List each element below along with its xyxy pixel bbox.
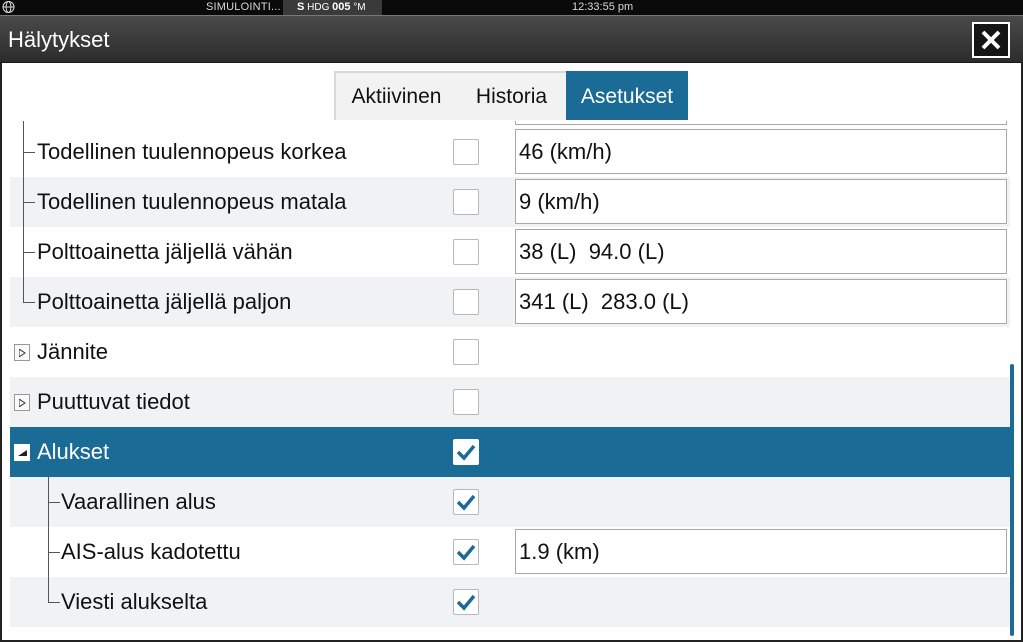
- check-icon: [456, 544, 476, 561]
- alarm-row-missing-data[interactable]: Puuttuvat tiedot: [10, 377, 1010, 427]
- alarm-label: Vaarallinen alus: [61, 489, 216, 514]
- alarms-panel: Aktiivinen Historia Asetukset Todellinen…: [0, 63, 1023, 642]
- alarm-label: Alukset: [37, 439, 110, 464]
- expand-arrow-icon: [19, 349, 26, 357]
- expand-toggle[interactable]: [14, 394, 30, 411]
- expand-toggle[interactable]: [14, 344, 30, 361]
- alarm-checkbox[interactable]: [453, 339, 479, 365]
- alarm-row-true-wind-low[interactable]: Todellinen tuulennopeus matala 9 (km/h): [10, 177, 1010, 227]
- alarm-checkbox[interactable]: [453, 239, 479, 265]
- alarm-label: AIS-alus kadotettu: [61, 539, 241, 564]
- alarm-checkbox[interactable]: [453, 489, 479, 515]
- heading-source: S: [297, 1, 305, 13]
- heading-label: HDG: [307, 2, 330, 13]
- check-icon: [456, 594, 476, 611]
- alarm-checkbox[interactable]: [453, 189, 479, 215]
- close-button[interactable]: [972, 22, 1010, 58]
- alarm-label: Todellinen tuulennopeus korkea: [37, 139, 347, 164]
- alarm-checkbox[interactable]: [453, 539, 479, 565]
- tab-active[interactable]: Aktiivinen: [334, 71, 457, 120]
- alarm-label: Jännite: [37, 339, 108, 364]
- alarm-value-field[interactable]: 1.9 (km): [515, 529, 1007, 574]
- alarm-checkbox[interactable]: [453, 139, 479, 165]
- alarm-row-vessels[interactable]: Alukset: [10, 427, 1010, 477]
- alarm-row-fuel-high[interactable]: Polttoainetta jäljellä paljon 341 (L) 28…: [10, 277, 1010, 327]
- value-field-partial[interactable]: [515, 121, 1007, 125]
- alarm-value-field[interactable]: 46 (km/h): [515, 129, 1007, 174]
- alarm-label: Puuttuvat tiedot: [37, 389, 190, 414]
- alarm-settings-list: Todellinen tuulennopeus korkea 46 (km/h)…: [10, 121, 1010, 638]
- tab-bar: Aktiivinen Historia Asetukset: [334, 71, 688, 120]
- collapse-arrow-icon: [18, 450, 27, 456]
- alarm-value-field[interactable]: 341 (L) 283.0 (L): [515, 279, 1007, 324]
- check-icon: [456, 494, 476, 511]
- alarm-checkbox[interactable]: [453, 289, 479, 315]
- alarm-checkbox[interactable]: [453, 389, 479, 415]
- heading-value: 005: [332, 1, 351, 13]
- close-icon: [981, 30, 1001, 50]
- collapse-toggle[interactable]: [14, 444, 30, 461]
- expand-arrow-icon: [19, 399, 26, 407]
- alarm-value-field[interactable]: 38 (L) 94.0 (L): [515, 229, 1007, 274]
- alarm-label: Polttoainetta jäljellä vähän: [37, 239, 293, 264]
- alarm-label: Viesti alukselta: [61, 589, 208, 614]
- alarm-label: Todellinen tuulennopeus matala: [37, 189, 347, 214]
- window-title: Hälytykset: [8, 27, 110, 52]
- tab-settings[interactable]: Asetukset: [566, 71, 688, 120]
- alarm-value-field[interactable]: 9 (km/h): [515, 179, 1007, 224]
- alarm-row-dangerous-vessel[interactable]: Vaarallinen alus: [10, 477, 1010, 527]
- alarm-checkbox[interactable]: [453, 589, 479, 615]
- tab-history[interactable]: Historia: [457, 71, 566, 120]
- scrollbar[interactable]: [1010, 364, 1014, 636]
- alarm-row-ais-vessel-lost[interactable]: AIS-alus kadotettu 1.9 (km): [10, 527, 1010, 577]
- globe-icon[interactable]: [2, 0, 15, 14]
- heading-readout: S HDG 005 °M: [283, 0, 382, 15]
- clock: 12:33:55 pm: [572, 1, 634, 13]
- simulation-status: SIMULOINTI...: [206, 1, 281, 13]
- alarm-row-voltage[interactable]: Jännite: [10, 327, 1010, 377]
- check-icon: [456, 444, 476, 461]
- alarm-row-true-wind-high[interactable]: Todellinen tuulennopeus korkea 46 (km/h): [10, 121, 1010, 177]
- title-bar: Hälytykset: [0, 15, 1023, 63]
- alarm-label: Polttoainetta jäljellä paljon: [37, 289, 292, 314]
- alarm-row-fuel-low[interactable]: Polttoainetta jäljellä vähän 38 (L) 94.0…: [10, 227, 1010, 277]
- status-bar: SIMULOINTI... S HDG 005 °M 12:33:55 pm: [0, 0, 1023, 15]
- alarm-row-vessel-message[interactable]: Viesti alukselta: [10, 577, 1010, 627]
- heading-unit: °M: [353, 2, 366, 13]
- alarm-checkbox[interactable]: [453, 439, 479, 465]
